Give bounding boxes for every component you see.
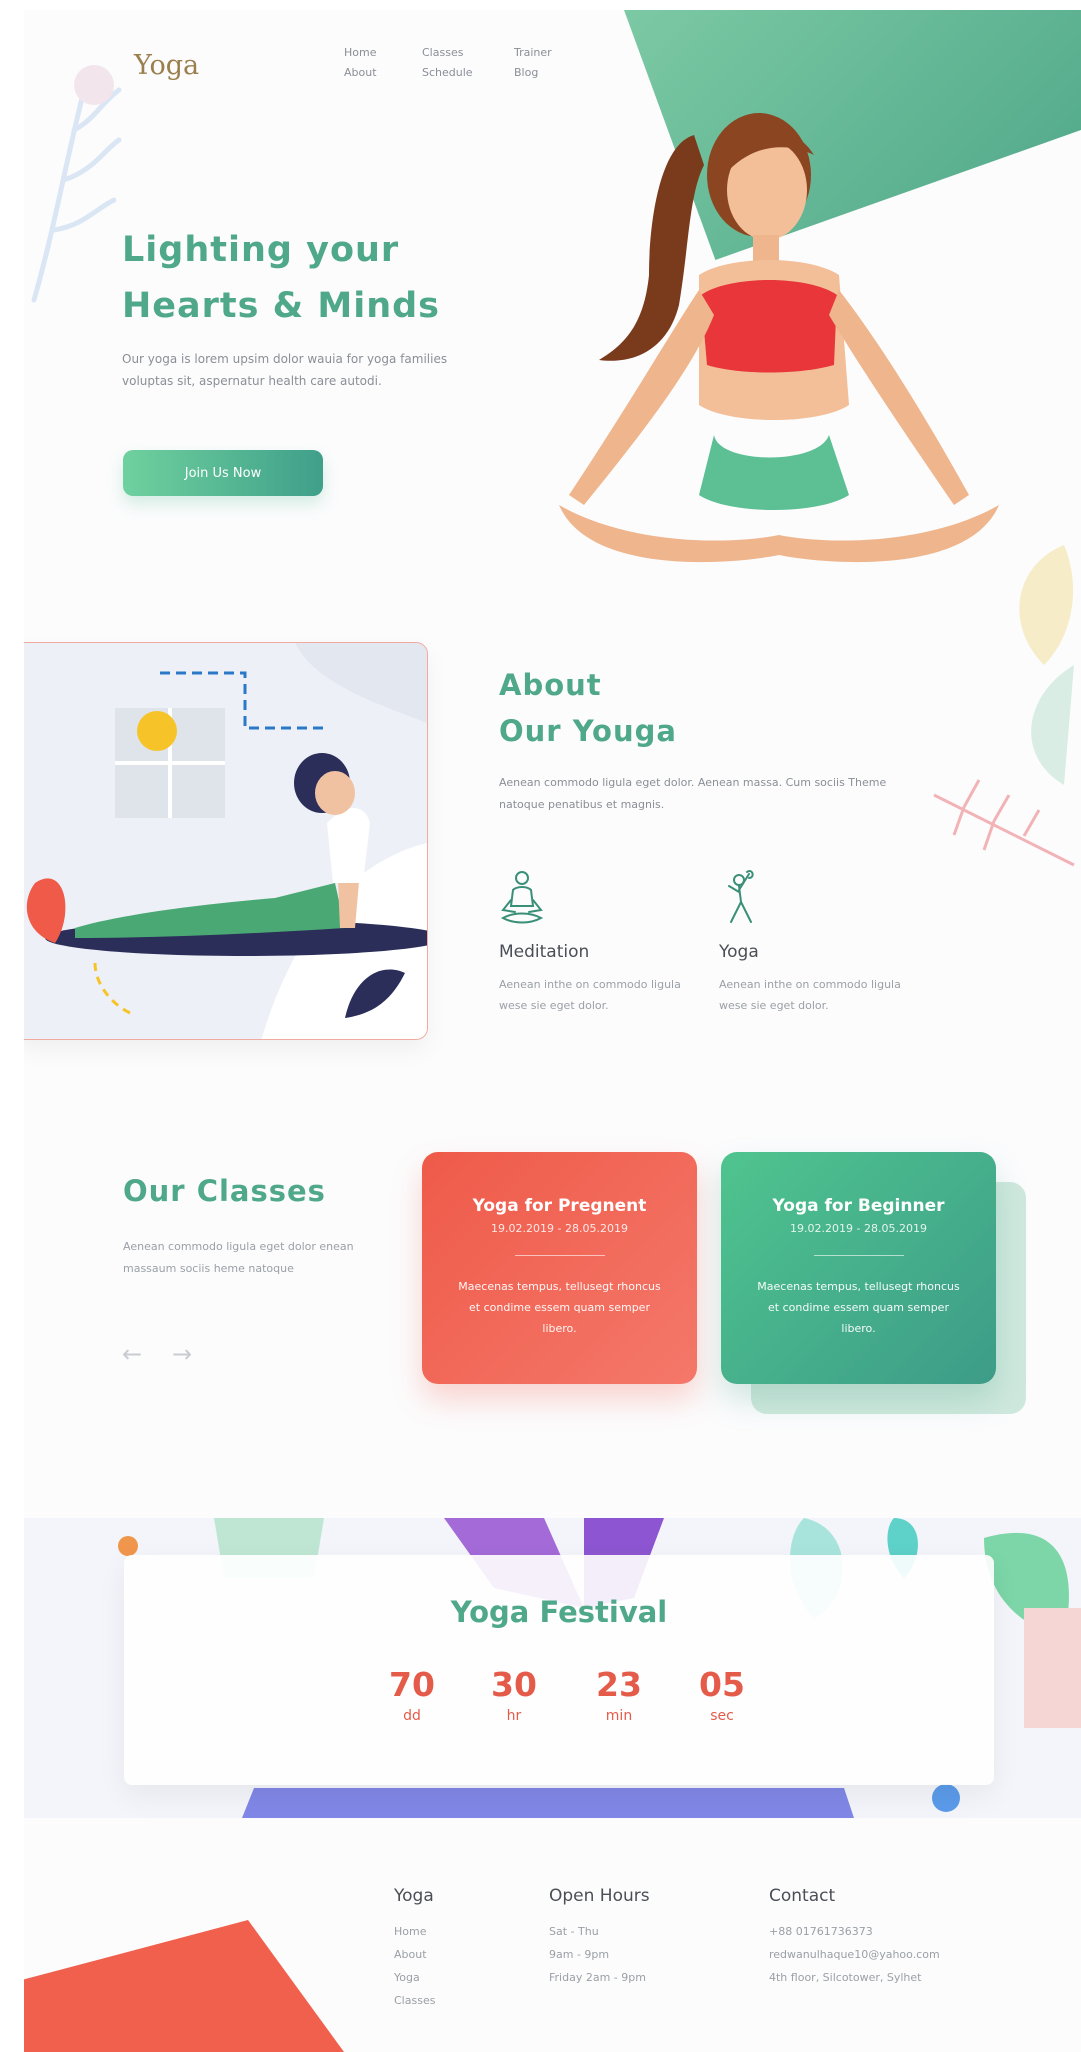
- meditation-icon: [500, 871, 544, 924]
- countdown-days-value: 70: [389, 1665, 435, 1704]
- leaf-decoration-right: [933, 545, 1075, 867]
- footer-link-classes[interactable]: Classes: [394, 1989, 435, 2012]
- footer-column-open-hours: Open Hours Sat - Thu 9am - 9pm Friday 2a…: [549, 1886, 650, 1989]
- class-card-dates: 19.02.2019 - 28.05.2019: [790, 1222, 927, 1235]
- footer-link-home[interactable]: Home: [394, 1920, 435, 1943]
- class-card-title: Yoga for Beginner: [772, 1196, 945, 1216]
- feature-yoga: Yoga Aenean inthe on commodo ligula wese…: [719, 870, 909, 1016]
- footer-hours-line: 9am - 9pm: [549, 1948, 610, 1961]
- footer-contact-email[interactable]: redwanulhaque10@yahoo.com: [769, 1943, 940, 1966]
- class-card-title: Yoga for Pregnent: [472, 1196, 647, 1216]
- festival-countdown-card: Yoga Festival 70 dd 30 hr 23 min 05 sec: [124, 1555, 994, 1785]
- class-card-text: Maecenas tempus, tellusegt rhoncus et co…: [458, 1280, 661, 1335]
- classes-title: Our Classes: [123, 1174, 326, 1208]
- countdown-seconds-value: 05: [699, 1665, 745, 1704]
- feature-title-yoga: Yoga: [719, 942, 759, 962]
- nav-link-trainer[interactable]: Trainer: [514, 46, 552, 59]
- nav-link-schedule[interactable]: Schedule: [422, 66, 473, 79]
- about-title-line-1: About: [499, 668, 602, 702]
- class-card-pregnent[interactable]: Yoga for Pregnent 19.02.2019 - 28.05.201…: [422, 1152, 697, 1384]
- nav-link-classes[interactable]: Classes: [422, 46, 463, 59]
- nav-link-home[interactable]: Home: [344, 46, 376, 59]
- hero-title-line-2: Hearts & Minds: [122, 286, 440, 326]
- meditating-woman-illustration: [559, 113, 999, 563]
- class-card-dates: 19.02.2019 - 28.05.2019: [491, 1222, 628, 1235]
- class-card-divider: [514, 1255, 605, 1256]
- feature-text-yoga: Aenean inthe on commodo ligula wese sie …: [719, 978, 901, 1012]
- footer-column-contact: Contact +88 01761736373 redwanulhaque10@…: [769, 1886, 940, 1989]
- nav-link-about[interactable]: About: [344, 66, 377, 79]
- class-card-divider: [813, 1255, 904, 1256]
- footer-link-yoga[interactable]: Yoga: [394, 1966, 435, 1989]
- about-title-line-2: Our Youga: [499, 714, 677, 748]
- festival-title: Yoga Festival: [450, 1595, 668, 1629]
- footer-column-title: Contact: [769, 1886, 836, 1906]
- countdown-hours-value: 30: [491, 1665, 537, 1704]
- countdown-seconds: 05 sec: [682, 1665, 762, 1724]
- logo[interactable]: Yoga: [134, 50, 199, 81]
- footer-link-about[interactable]: About: [394, 1943, 435, 1966]
- cobra-pose-illustration: [26, 643, 427, 1039]
- countdown-days: 70 dd: [372, 1665, 452, 1724]
- footer-corner-shape: [24, 1920, 344, 2052]
- class-card-beginner[interactable]: Yoga for Beginner 19.02.2019 - 28.05.201…: [721, 1152, 996, 1384]
- footer-contact-phone[interactable]: +88 01761736373: [769, 1920, 940, 1943]
- countdown-minutes-label: min: [605, 1708, 633, 1724]
- countdown-minutes: 23 min: [579, 1665, 659, 1724]
- footer-column-yoga: Yoga Home About Yoga Classes: [394, 1886, 435, 2012]
- countdown-minutes-value: 23: [596, 1665, 642, 1704]
- footer-column-title: Open Hours: [549, 1886, 650, 1906]
- feature-meditation: Meditation Aenean inthe on commodo ligul…: [499, 870, 689, 1016]
- countdown-hours: 30 hr: [474, 1665, 554, 1724]
- hero-title: Lighting your Hearts & Minds: [122, 222, 440, 334]
- class-card-text: Maecenas tempus, tellusegt rhoncus et co…: [757, 1280, 960, 1335]
- leaf-decoration-top-left: [31, 65, 122, 303]
- yoga-pose-icon: [728, 870, 754, 923]
- feature-text-meditation: Aenean inthe on commodo ligula wese sie …: [499, 978, 681, 1012]
- classes-description: Aenean commodo ligula eget dolor enean m…: [123, 1240, 354, 1275]
- about-title: About Our Youga: [499, 662, 677, 754]
- page: Yoga Home Classes Trainer About Schedule…: [24, 10, 1081, 2052]
- countdown-days-label: dd: [403, 1708, 421, 1724]
- footer-column-title: Yoga: [394, 1886, 434, 1906]
- countdown-seconds-label: sec: [710, 1708, 734, 1724]
- footer-hours-line: Sat - Thu: [549, 1925, 599, 1938]
- countdown-hours-label: hr: [506, 1708, 522, 1724]
- footer-hours-line: Friday 2am - 9pm: [549, 1971, 646, 1984]
- hero-title-line-1: Lighting your: [122, 230, 400, 270]
- about-illustration-card: [24, 642, 428, 1040]
- join-us-button[interactable]: Join Us Now: [123, 450, 323, 496]
- hero-description: Our yoga is lorem upsim dolor wauia for …: [122, 352, 448, 388]
- arrow-right-icon[interactable]: →: [172, 1340, 192, 1368]
- about-description: Aenean commodo ligula eget dolor. Aenean…: [499, 776, 887, 811]
- feature-title-meditation: Meditation: [499, 942, 590, 962]
- arrow-left-icon[interactable]: ←: [122, 1340, 142, 1368]
- footer-contact-address: 4th floor, Silcotower, Sylhet: [769, 1971, 922, 1984]
